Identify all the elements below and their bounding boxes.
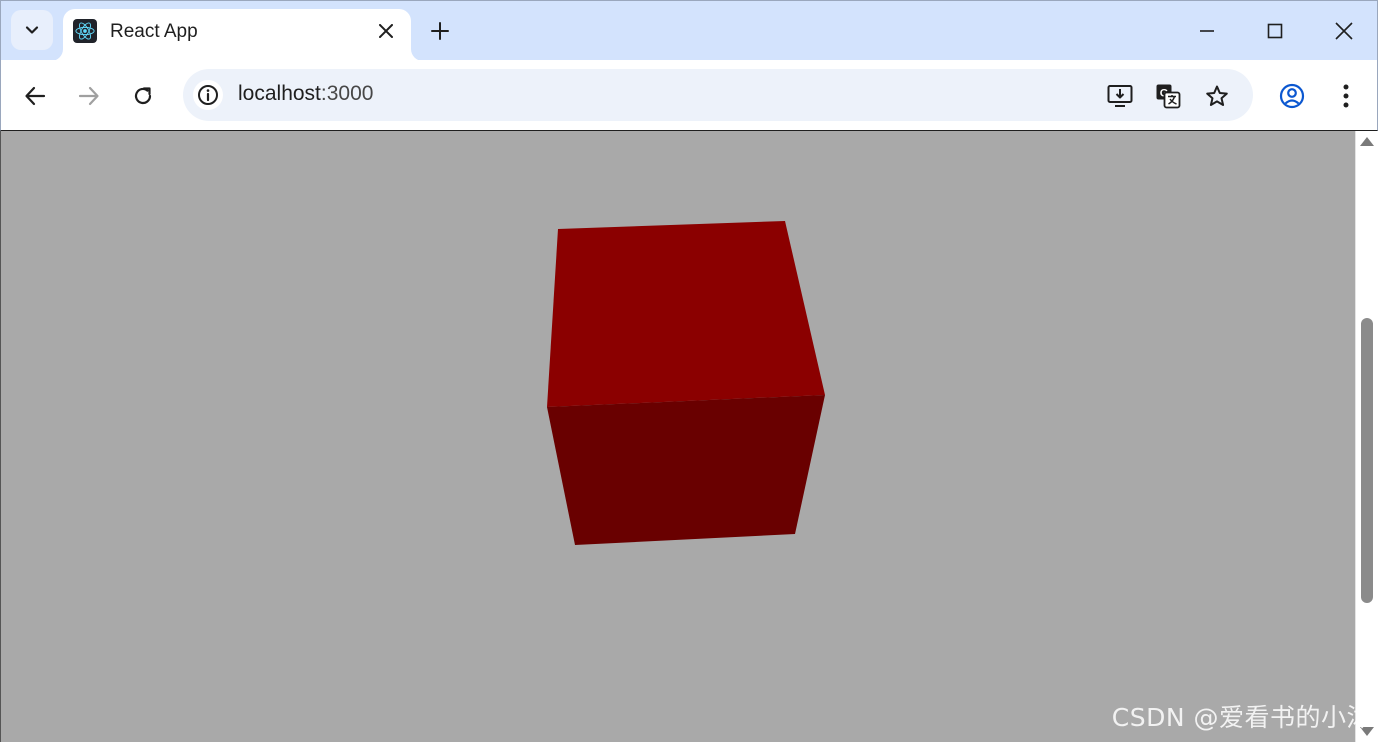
- forward-button[interactable]: [73, 80, 105, 112]
- browser-titlebar: React App: [0, 0, 1378, 61]
- bookmark-button[interactable]: [1202, 81, 1232, 111]
- more-vert-icon: [1343, 84, 1349, 108]
- page-viewport: CSDN @爱看书的小沐: [0, 131, 1378, 742]
- close-icon: [1335, 22, 1353, 40]
- maximize-button[interactable]: [1259, 15, 1291, 47]
- arrow-left-icon: [25, 86, 46, 106]
- minimize-button[interactable]: [1191, 15, 1223, 47]
- chevron-down-icon: [25, 26, 39, 34]
- cube-front-face: [547, 395, 825, 545]
- url-text[interactable]: localhost:3000: [238, 82, 373, 106]
- browser-toolbar: localhost:3000 G: [0, 60, 1378, 131]
- url-port: :3000: [320, 82, 374, 105]
- tab-title: React App: [110, 21, 198, 42]
- maximize-icon: [1267, 23, 1283, 39]
- reload-button[interactable]: [127, 80, 159, 112]
- star-icon: [1206, 85, 1228, 106]
- site-info-button[interactable]: [193, 80, 223, 110]
- profile-button[interactable]: [1276, 80, 1308, 112]
- close-icon: [379, 24, 393, 38]
- tab-search-button[interactable]: [11, 10, 53, 50]
- scrollbar-thumb[interactable]: [1361, 318, 1373, 603]
- vertical-scrollbar[interactable]: [1355, 131, 1378, 742]
- browser-tab-active[interactable]: React App: [63, 9, 411, 61]
- minimize-icon: [1200, 30, 1214, 32]
- react-logo-icon: [73, 19, 97, 43]
- profile-icon: [1279, 83, 1305, 109]
- cube-top-face: [547, 221, 825, 407]
- translate-icon: G: [1156, 84, 1181, 109]
- menu-button[interactable]: [1330, 80, 1362, 112]
- back-button[interactable]: [19, 80, 51, 112]
- info-icon: [198, 85, 218, 105]
- translate-button[interactable]: G: [1153, 81, 1183, 111]
- tab-close-button[interactable]: [375, 20, 397, 42]
- reload-icon: [134, 87, 152, 105]
- arrow-right-icon: [78, 86, 99, 106]
- scroll-up-arrow-icon[interactable]: [1360, 137, 1374, 146]
- watermark: CSDN @爱看书的小沐: [1111, 703, 1372, 732]
- webgl-canvas[interactable]: [1, 131, 1356, 742]
- install-app-icon: [1107, 85, 1133, 107]
- install-app-button[interactable]: [1105, 81, 1135, 111]
- plus-icon: [431, 22, 449, 40]
- address-bar[interactable]: localhost:3000 G: [183, 69, 1253, 121]
- window-close-button[interactable]: [1328, 15, 1360, 47]
- new-tab-button[interactable]: [426, 17, 454, 45]
- url-host: localhost: [238, 82, 321, 105]
